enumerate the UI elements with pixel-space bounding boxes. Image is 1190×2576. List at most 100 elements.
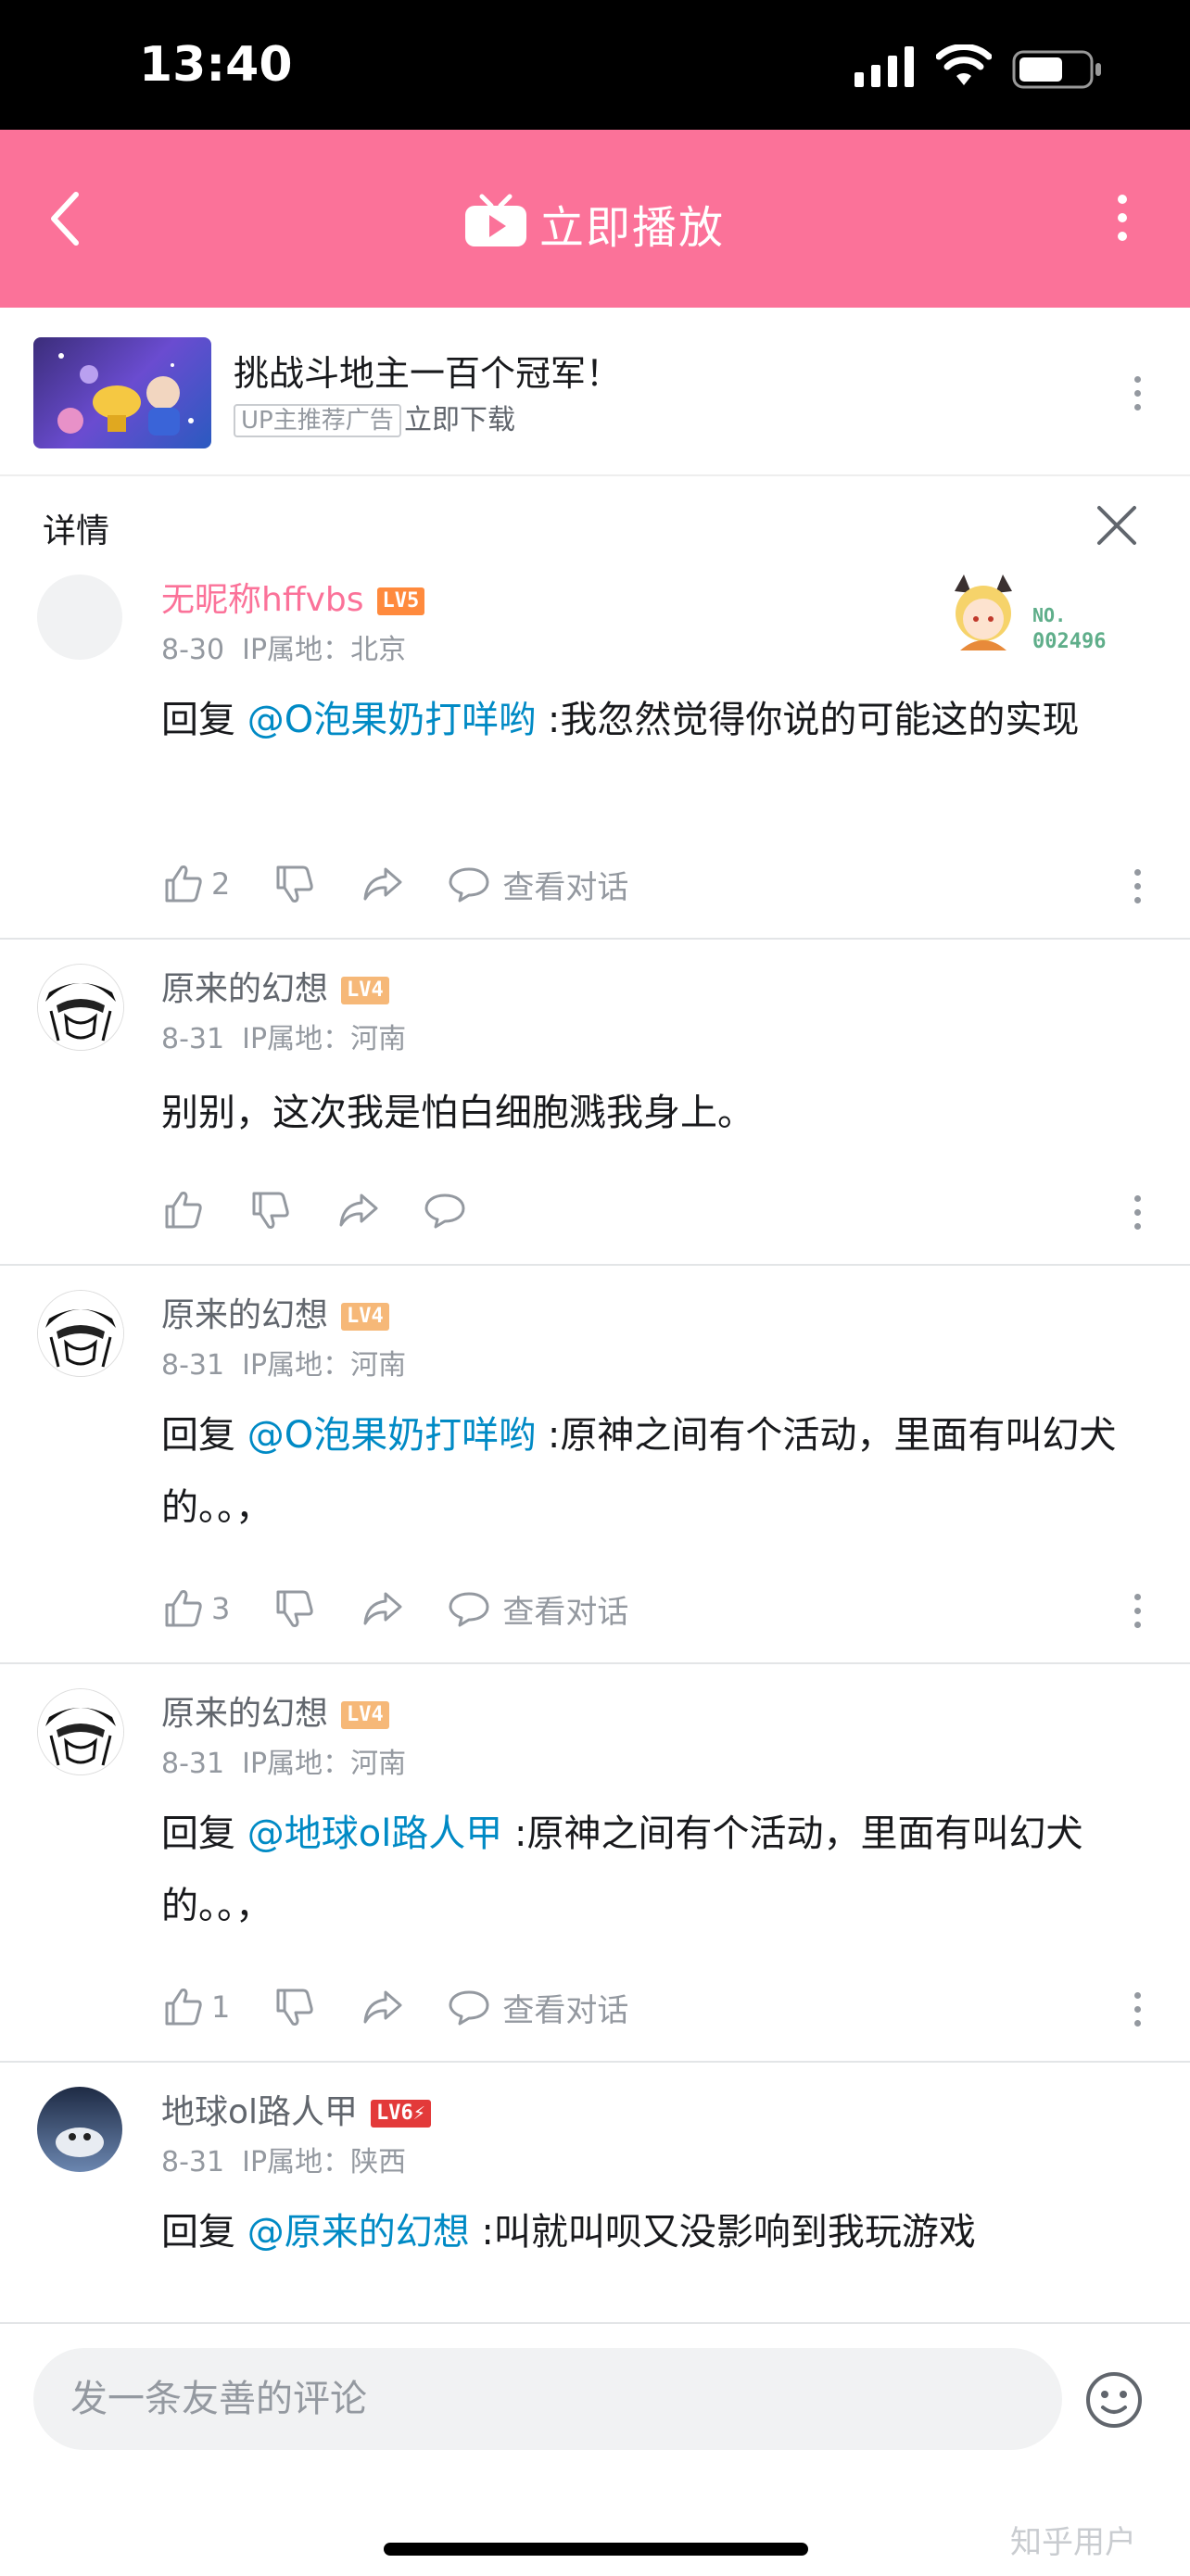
speech-bubble-icon bbox=[449, 1592, 489, 1627]
username-text[interactable]: 原来的幻想 bbox=[161, 970, 328, 1008]
comment-more-icon[interactable] bbox=[1134, 1195, 1142, 1230]
username[interactable]: 原来的幻想 LV4 bbox=[161, 1288, 389, 1336]
manga-avatar-icon bbox=[38, 1291, 123, 1376]
username[interactable]: 原来的幻想 LV4 bbox=[161, 1686, 389, 1735]
anime-avatar-icon bbox=[955, 575, 1012, 650]
like-count: 3 bbox=[211, 1591, 231, 1626]
reply-body: :我忽然觉得你说的可能这的实现 bbox=[536, 699, 1080, 741]
mention-link[interactable]: @地球ol路人甲 bbox=[247, 1812, 503, 1855]
status-time: 13:40 bbox=[139, 37, 293, 93]
reply-button[interactable] bbox=[423, 1188, 467, 1232]
status-bar: 13:40 bbox=[0, 0, 1190, 130]
share-icon bbox=[363, 1990, 402, 2024]
ip-location: IP属地：北京 bbox=[242, 634, 407, 666]
avatar[interactable] bbox=[37, 1688, 124, 1775]
share-button[interactable] bbox=[360, 1586, 404, 1631]
speech-bubble-icon bbox=[449, 867, 489, 903]
username-text[interactable]: 原来的幻想 bbox=[161, 1695, 328, 1733]
emoji-icon[interactable] bbox=[1084, 2370, 1144, 2430]
level-badge: LV4 bbox=[341, 1303, 389, 1331]
thumbs-down-icon bbox=[252, 1192, 289, 1229]
like-button[interactable]: 1 bbox=[161, 1985, 230, 2029]
mention-link[interactable]: @O泡果奶打咩哟 bbox=[247, 1414, 536, 1457]
ad-tag: UP主推荐广告 bbox=[234, 404, 401, 437]
level-badge: LV6⚡ bbox=[371, 2100, 432, 2128]
reply-body: :叫就叫呗又没影响到我玩游戏 bbox=[469, 2211, 976, 2254]
reply-prefix: 回复 bbox=[161, 699, 247, 741]
comment-meta: 8-31 IP属地：河南 bbox=[161, 1740, 406, 1781]
share-button[interactable] bbox=[360, 862, 404, 906]
ad-download-link[interactable]: 立即下载 bbox=[404, 404, 515, 437]
home-indicator[interactable] bbox=[384, 2543, 808, 2556]
level-badge: LV4 bbox=[341, 977, 389, 1004]
tv-play-icon[interactable] bbox=[463, 193, 528, 248]
like-button[interactable]: 2 bbox=[161, 862, 230, 906]
username-text[interactable]: 无昵称hffvbs bbox=[161, 581, 364, 619]
comment-actions: 1 查看对话 bbox=[161, 1979, 671, 2035]
reply-button[interactable]: 查看对话 bbox=[447, 862, 628, 907]
avatar[interactable] bbox=[37, 2087, 122, 2172]
fan-badge: NO. 002496 bbox=[942, 573, 1127, 656]
comment-date: 8-31 bbox=[161, 2146, 225, 2178]
like-button[interactable] bbox=[161, 1188, 206, 1232]
thumbs-up-icon bbox=[165, 1590, 202, 1627]
level-badge: LV4 bbox=[341, 1701, 389, 1729]
comment-actions: 3 查看对话 bbox=[161, 1581, 671, 1636]
ad-banner[interactable]: 挑战斗地主一百个冠军！ UP主推荐广告 立即下载 bbox=[0, 308, 1190, 476]
ad-title[interactable]: 挑战斗地主一百个冠军！ bbox=[234, 345, 621, 396]
comment-more-icon[interactable] bbox=[1134, 869, 1142, 903]
more-options-icon[interactable] bbox=[1118, 195, 1133, 246]
comment-date: 8-30 bbox=[161, 634, 225, 666]
view-conversation-link[interactable]: 查看对话 bbox=[502, 862, 628, 907]
reply-prefix: 回复 bbox=[161, 1414, 247, 1457]
thumbs-down-icon bbox=[276, 1989, 314, 2026]
watermark: 知乎用户 bbox=[1010, 2524, 1136, 2561]
dislike-button[interactable] bbox=[272, 1586, 317, 1631]
avatar[interactable] bbox=[37, 1290, 124, 1377]
close-icon[interactable] bbox=[1094, 502, 1140, 549]
speech-bubble-icon bbox=[449, 1990, 489, 2026]
like-button[interactable]: 3 bbox=[161, 1586, 230, 1631]
cat-photo-avatar-icon bbox=[37, 2087, 122, 2172]
view-conversation-link[interactable]: 查看对话 bbox=[502, 1985, 628, 2030]
share-icon bbox=[363, 1592, 402, 1625]
comment-text: 回复 @地球ol路人甲 :原神之间有个活动，里面有叫幻犬的。。， bbox=[161, 1798, 1134, 1942]
ip-location: IP属地：陕西 bbox=[242, 2146, 407, 2178]
avatar[interactable] bbox=[37, 964, 124, 1051]
username[interactable]: 原来的幻想 LV4 bbox=[161, 962, 389, 1010]
badge-no: NO. bbox=[1032, 604, 1067, 626]
comment-date: 8-31 bbox=[161, 1349, 225, 1382]
reply-button[interactable]: 查看对话 bbox=[447, 1985, 628, 2030]
mention-link[interactable]: @O泡果奶打咩哟 bbox=[247, 699, 536, 741]
detail-label: 详情 bbox=[43, 512, 110, 550]
dislike-button[interactable] bbox=[248, 1188, 293, 1232]
ad-more-icon[interactable] bbox=[1134, 376, 1142, 410]
thumbs-up-icon bbox=[165, 865, 202, 903]
comment-meta: 8-31 IP属地：陕西 bbox=[161, 2139, 406, 2179]
username-text[interactable]: 地球ol路人甲 bbox=[161, 2093, 358, 2131]
ad-thumbnail[interactable] bbox=[33, 337, 211, 448]
username[interactable]: 无昵称hffvbs LV5 bbox=[161, 573, 425, 621]
share-button[interactable] bbox=[360, 1985, 404, 2029]
comment-text: 别别，这次我是怕白细胞溅我身上。 bbox=[161, 1092, 754, 1134]
comment-item: 原来的幻想 LV4 8-31 IP属地：河南 回复 @O泡果奶打咩哟 :原神之间有… bbox=[0, 1264, 1190, 1664]
comment-item: 原来的幻想 LV4 8-31 IP属地：河南 回复 @地球ol路人甲 :原神之间有… bbox=[0, 1662, 1190, 2063]
avatar[interactable] bbox=[37, 575, 122, 660]
dislike-button[interactable] bbox=[272, 1985, 317, 2029]
back-arrow-icon[interactable] bbox=[46, 185, 83, 252]
comment-more-icon[interactable] bbox=[1134, 1992, 1142, 2027]
comment-item: 原来的幻想 LV4 8-31 IP属地：河南 别别，这次我是怕白细胞溅我身上。 bbox=[0, 938, 1190, 1266]
comment-input[interactable]: 发一条友善的评论 bbox=[33, 2348, 1062, 2450]
reply-button[interactable]: 查看对话 bbox=[447, 1586, 628, 1632]
play-now-title[interactable]: 立即播放 bbox=[539, 191, 725, 256]
comment-meta: 8-31 IP属地：河南 bbox=[161, 1016, 406, 1056]
comment-more-icon[interactable] bbox=[1134, 1594, 1142, 1628]
dislike-button[interactable] bbox=[272, 862, 317, 906]
view-conversation-link[interactable]: 查看对话 bbox=[502, 1586, 628, 1632]
mention-link[interactable]: @原来的幻想 bbox=[247, 2211, 470, 2254]
wifi-icon bbox=[936, 44, 992, 85]
level-badge: LV5 bbox=[376, 587, 425, 615]
username[interactable]: 地球ol路人甲 LV6⚡ bbox=[161, 2085, 432, 2133]
share-button[interactable] bbox=[335, 1188, 380, 1232]
username-text[interactable]: 原来的幻想 bbox=[161, 1296, 328, 1334]
